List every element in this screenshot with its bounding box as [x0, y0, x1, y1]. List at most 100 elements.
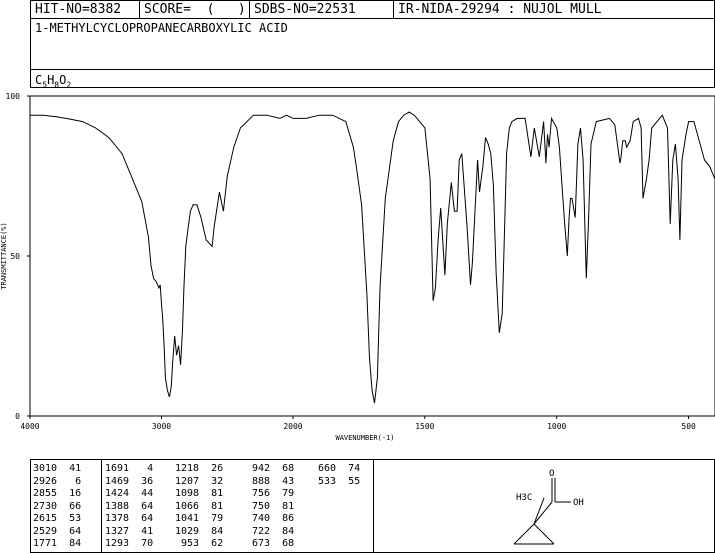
peak-wavenumber: 888: [246, 475, 271, 487]
peak-wavenumber: 1469: [105, 475, 130, 487]
peak-wavenumber: 1771: [33, 538, 58, 549]
peak-transmittance: 16: [57, 488, 82, 499]
peak-wavenumber: 1293: [105, 538, 130, 549]
peak-wavenumber: 1691: [105, 463, 130, 474]
peak-transmittance: 81: [199, 488, 224, 499]
peak-entry: 1207 32: [175, 475, 224, 487]
peak-transmittance: 84: [199, 525, 224, 537]
peak-entry: 533 55: [312, 475, 361, 487]
x-tick-label: 4000: [20, 422, 39, 431]
peak-wavenumber: 1378: [105, 513, 130, 524]
peak-wavenumber: 660: [312, 463, 337, 474]
peak-entry: 722 84: [246, 525, 295, 537]
peak-entry: 740 86: [246, 514, 294, 524]
peak-wavenumber: 533: [312, 475, 337, 487]
peak-entry: 660 74: [312, 464, 360, 474]
peak-transmittance: 36: [129, 475, 154, 487]
bond: [533, 523, 555, 545]
peak-transmittance: 68: [270, 463, 295, 474]
peak-entry: 2926 6: [33, 475, 82, 487]
peak-entry: 756 79: [246, 489, 294, 499]
peak-transmittance: 79: [199, 513, 224, 524]
peak-entry: 2615 53: [33, 514, 81, 524]
peak-entry: 1424 44: [105, 489, 153, 499]
peak-wavenumber: 1029: [175, 525, 200, 537]
peak-wavenumber: 756: [246, 488, 271, 499]
peak-wavenumber: 2855: [33, 488, 58, 499]
peak-transmittance: 41: [57, 463, 82, 474]
divider: [101, 460, 102, 552]
peak-transmittance: 79: [270, 488, 295, 499]
x-tick-label: 500: [681, 422, 696, 431]
peak-transmittance: 70: [129, 538, 154, 549]
methyl-label: H3C: [516, 493, 532, 503]
y-axis-label: TRANSMITTANCE(%): [0, 222, 8, 289]
plot-frame: [29, 95, 715, 417]
peak-entry: 1691 4: [105, 464, 153, 474]
peak-entry: 2529 64: [33, 525, 82, 537]
peak-entry: 888 43: [246, 475, 295, 487]
peak-transmittance: 66: [57, 500, 82, 512]
peak-transmittance: 6: [57, 475, 82, 487]
peak-entry: 2855 16: [33, 489, 81, 499]
peak-transmittance: 86: [270, 513, 295, 524]
peak-transmittance: 81: [270, 500, 295, 512]
peak-transmittance: 64: [129, 513, 154, 524]
peak-wavenumber: 2926: [33, 475, 58, 487]
peak-entry: 953 62: [175, 539, 223, 549]
peak-transmittance: 32: [199, 475, 224, 487]
peak-entry: 1098 81: [175, 489, 223, 499]
peak-transmittance: 4: [129, 463, 154, 474]
peak-wavenumber: 942: [246, 463, 271, 474]
x-tick-label: 1000: [547, 422, 566, 431]
peak-entry: 1469 36: [105, 475, 154, 487]
bond: [533, 497, 545, 525]
peak-transmittance: 43: [270, 475, 295, 487]
y-tick-label: 0: [15, 412, 20, 421]
peak-wavenumber: 1098: [175, 488, 200, 499]
peak-entry: 750 81: [246, 500, 295, 512]
peak-entry: 1388 64: [105, 500, 154, 512]
peak-transmittance: 84: [270, 525, 295, 537]
peak-entry: 2730 66: [33, 500, 82, 512]
spectrum-line: [30, 111, 715, 404]
peak-wavenumber: 2730: [33, 500, 58, 512]
peak-wavenumber: 3010: [33, 463, 58, 474]
peak-transmittance: 64: [129, 500, 154, 512]
peak-entry: 1293 70: [105, 539, 153, 549]
peak-transmittance: 64: [57, 525, 82, 537]
bond: [513, 523, 535, 545]
peak-transmittance: 68: [270, 538, 295, 549]
y-tick-label: 50: [10, 252, 20, 261]
x-tick-label: 3000: [152, 422, 171, 431]
peak-transmittance: 26: [199, 463, 224, 474]
peak-table-panel: 3010 41 2926 6 2855 16 2730 66 2615 53 2529 6…: [30, 459, 715, 553]
peak-wavenumber: 1207: [175, 475, 200, 487]
peak-wavenumber: 2615: [33, 513, 58, 524]
peak-wavenumber: 750: [246, 500, 271, 512]
peak-transmittance: 41: [129, 525, 154, 537]
peak-wavenumber: 1066: [175, 500, 200, 512]
peak-wavenumber: 1218: [175, 463, 200, 474]
peak-transmittance: 55: [336, 475, 361, 487]
peak-wavenumber: 1424: [105, 488, 130, 499]
peak-entry: 673 68: [246, 539, 294, 549]
peak-transmittance: 74: [336, 463, 361, 474]
peak-entry: 1218 26: [175, 464, 223, 474]
x-tick-label: 1500: [415, 422, 434, 431]
peak-entry: 1041 79: [175, 514, 223, 524]
peak-entry: 1327 41: [105, 525, 154, 537]
structure-drawing: H3C O OH: [513, 469, 584, 545]
peak-entry: 1378 64: [105, 514, 153, 524]
peak-wavenumber: 740: [246, 513, 271, 524]
x-axis-label: WAVENUMBER(-1): [335, 434, 394, 442]
peak-wavenumber: 2529: [33, 525, 58, 537]
oxygen-label: O: [549, 469, 554, 479]
y-tick-label: 100: [6, 92, 21, 101]
x-tick-label: 2000: [283, 422, 302, 431]
peak-transmittance: 53: [57, 513, 82, 524]
peak-entry: 1029 84: [175, 525, 224, 537]
peak-entry: 942 68: [246, 464, 294, 474]
peak-wavenumber: 722: [246, 525, 271, 537]
peak-transmittance: 81: [199, 500, 224, 512]
